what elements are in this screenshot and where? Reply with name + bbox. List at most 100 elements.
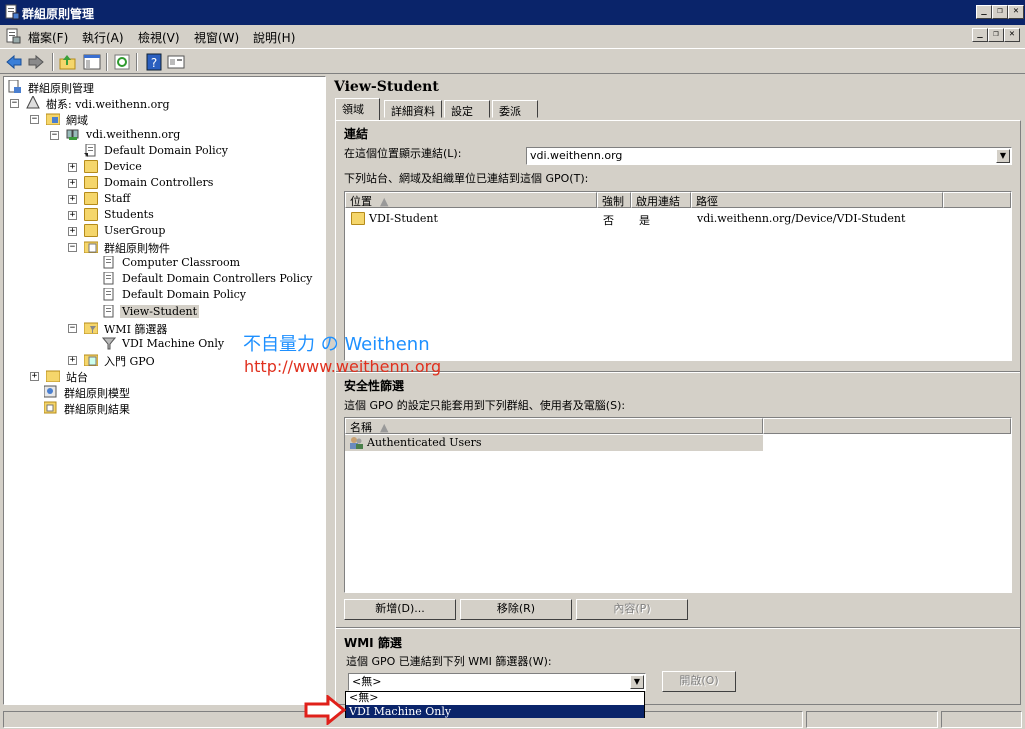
wmi-filter-combobox[interactable]: <無> ▼ xyxy=(348,673,646,691)
restore-icon[interactable]: ❐ xyxy=(992,5,1008,19)
table-row[interactable]: VDI-Student 否 是 vdi.weithenn.org/Device/… xyxy=(345,211,1005,227)
tab-settings[interactable]: 設定 xyxy=(444,100,490,118)
expand-icon[interactable]: + xyxy=(68,227,77,236)
menu-help[interactable]: 說明(H) xyxy=(253,29,295,46)
minimize-icon[interactable]: _ xyxy=(976,5,992,19)
tree-label: 入門 GPO xyxy=(104,355,155,368)
tree-node-domain[interactable]: − vdi.weithenn.org xyxy=(50,127,250,143)
collapse-icon[interactable]: − xyxy=(68,243,77,252)
tree-root-gpmc[interactable]: 群組原則管理 xyxy=(8,79,208,95)
toolbar-separator xyxy=(106,53,108,71)
remove-button[interactable]: 移除(R) xyxy=(460,599,572,620)
links-listview[interactable]: 位置 ▲ 強制 啟用連結 路徑 VDI-Student 否 是 vdi.weith… xyxy=(344,191,1012,361)
col-location[interactable]: 位置 ▲ xyxy=(345,192,597,208)
expand-icon[interactable]: + xyxy=(68,195,77,204)
close-icon[interactable]: ✕ xyxy=(1008,5,1024,19)
tree-label: Domain Controllers xyxy=(104,176,214,189)
tree-label: vdi.weithenn.org xyxy=(86,128,181,141)
gpo-icon xyxy=(103,256,114,269)
expand-icon[interactable]: + xyxy=(68,163,77,172)
tree-node-wmi-filters[interactable]: − WMI 篩選器 xyxy=(68,320,268,336)
tree-label: 群組原則結果 xyxy=(64,403,130,416)
col-name[interactable]: 名稱 ▲ xyxy=(345,418,763,434)
tree-label: 站台 xyxy=(66,371,88,384)
show-hide-tree-icon[interactable] xyxy=(82,52,102,72)
tab-details[interactable]: 詳細資料 xyxy=(384,100,442,118)
tree-node-gp-results[interactable]: 群組原則結果 xyxy=(44,400,244,416)
collapse-icon[interactable]: − xyxy=(68,324,77,333)
red-arrow-annotation-icon xyxy=(304,695,346,725)
open-button[interactable]: 開啟(O) xyxy=(662,671,736,692)
menu-file[interactable]: 檔案(F) xyxy=(28,29,68,46)
toolbar-separator xyxy=(136,53,138,71)
tree-node-default-dc-policy[interactable]: Default Domain Controllers Policy xyxy=(102,271,322,287)
properties-view-icon[interactable] xyxy=(166,52,186,72)
tree-node-gpo-objects[interactable]: − 群組原則物件 xyxy=(68,239,268,255)
title-bar: 群組原則管理 _ ❐ ✕ xyxy=(0,0,1025,25)
gpo-title: View-Student xyxy=(334,79,439,95)
tab-delegation[interactable]: 委派 xyxy=(492,100,538,118)
add-button[interactable]: 新增(D)... xyxy=(344,599,456,620)
forward-arrow-icon[interactable] xyxy=(26,52,46,72)
child-restore-icon[interactable]: ❐ xyxy=(988,28,1004,42)
wmi-folder-icon xyxy=(84,322,98,334)
details-pane: View-Student 領域 詳細資料 設定 委派 連結 在這個位置顯示連結(… xyxy=(332,76,1024,705)
col-path[interactable]: 路徑 xyxy=(691,192,943,208)
list-item[interactable]: Authenticated Users xyxy=(345,435,763,451)
expand-icon[interactable]: + xyxy=(68,211,77,220)
collapse-icon[interactable]: − xyxy=(50,131,59,140)
child-close-icon[interactable]: ✕ xyxy=(1004,28,1020,42)
tree-label: Students xyxy=(104,208,154,221)
users-group-icon xyxy=(350,437,363,449)
tree-node-computer-classroom[interactable]: Computer Classroom xyxy=(102,255,322,271)
security-listview[interactable]: 名稱 ▲ Authenticated Users xyxy=(344,417,1012,593)
up-folder-icon[interactable] xyxy=(58,52,78,72)
collapse-icon[interactable]: − xyxy=(10,99,19,108)
menu-window[interactable]: 視窗(W) xyxy=(194,29,239,46)
tree-node-usergroup[interactable]: + UserGroup xyxy=(68,223,268,239)
col-enforced[interactable]: 強制 xyxy=(597,192,631,208)
expand-icon[interactable]: + xyxy=(68,179,77,188)
tree-node-starter-gpo[interactable]: + 入門 GPO xyxy=(68,352,268,368)
wmi-heading: WMI 篩選 xyxy=(344,636,402,650)
tree-node-domains[interactable]: − 網域 xyxy=(30,111,230,127)
tree-node-gp-modeling[interactable]: 群組原則模型 xyxy=(44,384,244,400)
tree-node-staff[interactable]: + Staff xyxy=(68,191,268,207)
col-link-enabled[interactable]: 啟用連結 xyxy=(631,192,691,208)
dropdown-arrow-icon[interactable]: ▼ xyxy=(630,675,644,689)
child-minimize-icon[interactable]: _ xyxy=(972,28,988,42)
tree-label: Default Domain Policy xyxy=(122,288,246,301)
refresh-icon[interactable] xyxy=(112,52,132,72)
expand-icon[interactable]: + xyxy=(30,372,39,381)
watermark-title: 不自量力 の Weithenn xyxy=(243,334,430,355)
tree-node-view-student[interactable]: View-Student xyxy=(102,304,322,320)
tree-node-default-domain-policy-gpo[interactable]: Default Domain Policy xyxy=(102,287,322,303)
tree-node-students[interactable]: + Students xyxy=(68,207,268,223)
dropdown-arrow-icon[interactable]: ▼ xyxy=(996,149,1010,163)
expand-icon[interactable]: + xyxy=(68,356,77,365)
location-combobox[interactable]: vdi.weithenn.org ▼ xyxy=(526,147,1012,165)
col-filler xyxy=(943,192,1011,208)
ou-folder-icon xyxy=(84,160,98,173)
back-arrow-icon[interactable] xyxy=(4,52,24,72)
tree-node-device[interactable]: + Device xyxy=(68,159,268,175)
tree-node-domain-controllers[interactable]: + Domain Controllers xyxy=(68,175,268,191)
tree-node-default-domain-policy[interactable]: Default Domain Policy xyxy=(84,143,284,159)
wmi-description: 這個 GPO 已連結到下列 WMI 篩選器(W): xyxy=(346,655,552,668)
menu-action[interactable]: 執行(A) xyxy=(82,29,124,46)
wmi-dropdown-list[interactable]: <無> VDI Machine Only xyxy=(345,691,645,718)
collapse-icon[interactable]: − xyxy=(30,115,39,124)
security-description: 這個 GPO 的設定只能套用到下列群組、使用者及電腦(S): xyxy=(344,399,626,412)
tree-node-forest[interactable]: − 樹系: vdi.weithenn.org xyxy=(10,95,250,111)
console-tree[interactable]: 群組原則管理 − 樹系: vdi.weithenn.org − 網域 − vdi… xyxy=(3,76,326,705)
tree-label: 網域 xyxy=(66,114,88,127)
help-icon[interactable]: ? xyxy=(144,52,164,72)
menu-view[interactable]: 檢視(V) xyxy=(138,29,180,46)
row-location: VDI-Student xyxy=(369,212,438,225)
tab-scope[interactable]: 領域 xyxy=(335,98,380,120)
tree-node-sites[interactable]: + 站台 xyxy=(30,368,230,384)
dropdown-option-highlighted[interactable]: VDI Machine Only xyxy=(346,705,644,718)
properties-button[interactable]: 內容(P) xyxy=(576,599,688,620)
svg-text:?: ? xyxy=(151,56,157,70)
dropdown-option[interactable]: <無> xyxy=(346,692,644,704)
